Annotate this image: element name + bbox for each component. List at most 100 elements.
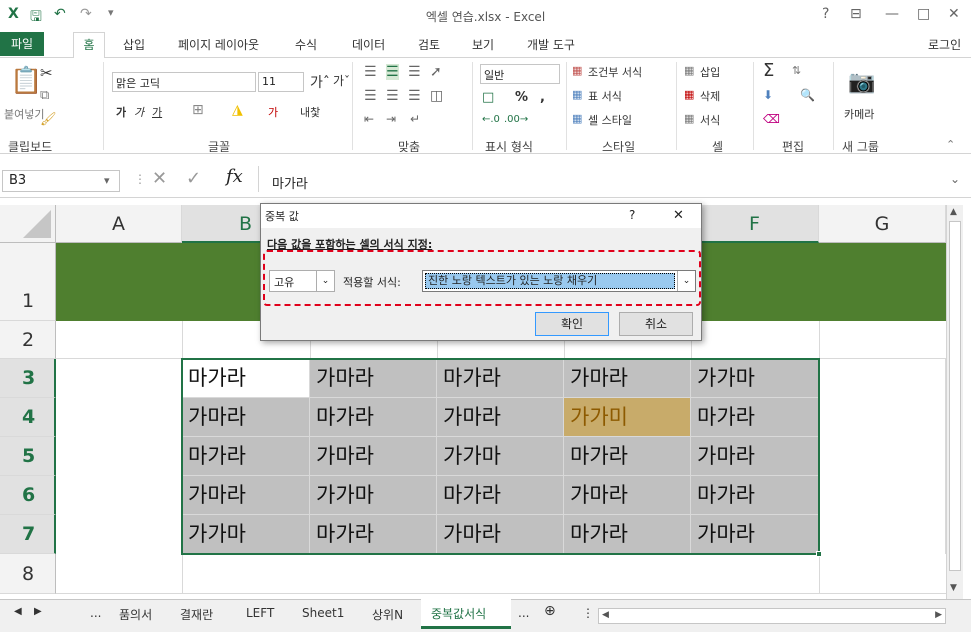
row-header-5[interactable]: 5 bbox=[0, 437, 56, 476]
sheet-tab-sheet1[interactable]: Sheet1 bbox=[302, 606, 344, 620]
cell-c6[interactable]: 가가마 bbox=[310, 476, 437, 515]
phonetic-icon[interactable]: 내찿 bbox=[300, 104, 320, 120]
cell-e5[interactable]: 마가라 bbox=[564, 437, 691, 476]
tab-view[interactable]: 보기 bbox=[472, 36, 494, 53]
sheet-tab-품의서[interactable]: 품의서 bbox=[119, 606, 152, 623]
find-select-icon[interactable]: 🔍 bbox=[800, 88, 815, 102]
insert-cells-icon[interactable]: ▦ bbox=[684, 64, 694, 77]
indent-decrease-icon[interactable]: ⇤ bbox=[364, 112, 374, 126]
row-header-1[interactable]: 1 bbox=[0, 243, 56, 321]
sort-filter-icon[interactable]: ⇅ bbox=[792, 64, 801, 77]
format-painter-icon[interactable]: 🖌 bbox=[40, 112, 57, 127]
font-grow-icon[interactable]: 가ˆ bbox=[310, 72, 330, 92]
dialog-help-button[interactable]: ? bbox=[629, 208, 635, 222]
expand-formula-icon[interactable]: ⌄ bbox=[950, 172, 960, 186]
border-icon[interactable]: ⊞ bbox=[192, 102, 204, 118]
cell-b4[interactable]: 가마라 bbox=[182, 398, 310, 437]
cell-b6[interactable]: 가마라 bbox=[182, 476, 310, 515]
format-select[interactable]: 진한 노랑 텍스트가 있는 노랑 채우기 ⌄ bbox=[422, 270, 696, 292]
font-color-icon[interactable]: 가 bbox=[268, 104, 278, 120]
decrease-decimal-icon[interactable]: .00→ bbox=[504, 114, 528, 125]
cell-e3[interactable]: 가마라 bbox=[564, 359, 691, 398]
cell-b7[interactable]: 가가마 bbox=[182, 515, 310, 554]
cell-d5[interactable]: 가가마 bbox=[437, 437, 564, 476]
tab-page-layout[interactable]: 페이지 레이아웃 bbox=[178, 36, 259, 53]
login-link[interactable]: 로그인 bbox=[928, 36, 961, 53]
italic-button[interactable]: 가 bbox=[134, 104, 144, 120]
cell-f4[interactable]: 마가라 bbox=[691, 398, 819, 437]
cell-e4[interactable]: 가가미 bbox=[564, 398, 691, 437]
ribbon-display-button[interactable]: ⊟ bbox=[850, 6, 862, 22]
row-8[interactable] bbox=[56, 554, 946, 594]
cell-styles-button[interactable]: 셀 스타일 bbox=[588, 112, 632, 128]
type-dropdown-icon[interactable]: ⌄ bbox=[316, 271, 334, 291]
align-bottom-icon[interactable]: ☰ bbox=[408, 64, 421, 80]
cut-icon[interactable]: ✂ bbox=[40, 64, 53, 82]
scroll-left-icon[interactable]: ◀ bbox=[14, 606, 22, 617]
cell-styles-icon[interactable]: ▦ bbox=[572, 112, 582, 125]
conditional-format-icon[interactable]: ▦ bbox=[572, 64, 582, 77]
cell-c7[interactable]: 마가라 bbox=[310, 515, 437, 554]
sheet-tab-left[interactable]: LEFT bbox=[246, 606, 274, 620]
cell-c3[interactable]: 가마라 bbox=[310, 359, 437, 398]
align-top-icon[interactable]: ☰ bbox=[364, 64, 377, 80]
row-header-7[interactable]: 7 bbox=[0, 515, 56, 554]
cell-e7[interactable]: 마가라 bbox=[564, 515, 691, 554]
sheet-tab-중복값서식[interactable]: 중복값서식 bbox=[431, 605, 486, 622]
cell-c4[interactable]: 마가라 bbox=[310, 398, 437, 437]
column-g-cells[interactable] bbox=[819, 359, 946, 554]
confirm-entry-icon[interactable]: ✓ bbox=[186, 168, 201, 189]
camera-button[interactable]: 카메라 bbox=[844, 106, 874, 122]
row-header-8[interactable]: 8 bbox=[0, 554, 56, 594]
cell-d7[interactable]: 가마라 bbox=[437, 515, 564, 554]
cell-d3[interactable]: 마가라 bbox=[437, 359, 564, 398]
column-header-f[interactable]: F bbox=[691, 205, 819, 243]
align-center-icon[interactable]: ☰ bbox=[386, 88, 399, 104]
cell-b5[interactable]: 마가라 bbox=[182, 437, 310, 476]
format-dropdown-icon[interactable]: ⌄ bbox=[677, 271, 695, 291]
row-header-2[interactable]: 2 bbox=[0, 321, 56, 359]
align-middle-icon[interactable]: ☰ bbox=[386, 64, 399, 80]
row-header-4[interactable]: 4 bbox=[0, 398, 56, 437]
autosum-icon[interactable]: Σ bbox=[763, 60, 774, 81]
paste-button[interactable]: 붙여넣기 bbox=[4, 106, 44, 122]
formula-input[interactable]: 마가라 bbox=[272, 173, 308, 192]
close-button[interactable]: ✕ bbox=[948, 6, 960, 22]
cell-e6[interactable]: 가마라 bbox=[564, 476, 691, 515]
fill-color-icon[interactable]: ◮ bbox=[232, 102, 243, 118]
sheet-more-left[interactable]: ... bbox=[90, 606, 101, 620]
ok-button[interactable]: 확인 bbox=[535, 312, 609, 336]
cell-f3[interactable]: 가가마 bbox=[691, 359, 819, 398]
align-right-icon[interactable]: ☰ bbox=[408, 88, 421, 104]
tab-file[interactable]: 파일 bbox=[0, 32, 44, 56]
sheet-tab-결재란[interactable]: 결재란 bbox=[180, 606, 213, 623]
cell-d6[interactable]: 마가라 bbox=[437, 476, 564, 515]
merge-icon[interactable]: ◫ bbox=[430, 88, 443, 104]
underline-button[interactable]: 가 bbox=[152, 104, 162, 120]
sheet-tab-상위n[interactable]: 상위N bbox=[372, 606, 403, 623]
align-left-icon[interactable]: ☰ bbox=[364, 88, 377, 104]
row-header-3[interactable]: 3 bbox=[0, 359, 56, 398]
fill-icon[interactable]: ⬇ bbox=[763, 88, 773, 102]
name-box[interactable]: B3 bbox=[2, 170, 120, 192]
vertical-scrollbar[interactable]: ▲ ▼ bbox=[946, 205, 963, 599]
indent-increase-icon[interactable]: ⇥ bbox=[386, 112, 396, 126]
cell-f6[interactable]: 마가라 bbox=[691, 476, 819, 515]
font-name-select[interactable]: 맑은 고딕 bbox=[112, 72, 256, 92]
increase-decimal-icon[interactable]: ←.0 bbox=[482, 114, 500, 125]
collapse-ribbon-icon[interactable]: ⌃ bbox=[946, 138, 955, 151]
currency-icon[interactable]: □ bbox=[482, 90, 494, 105]
column-header-g[interactable]: G bbox=[819, 205, 946, 243]
format-table-button[interactable]: 표 서식 bbox=[588, 88, 622, 104]
delete-cells-icon[interactable]: ▦ bbox=[684, 88, 694, 101]
select-all-corner[interactable] bbox=[0, 205, 56, 243]
cell-d4[interactable]: 가마라 bbox=[437, 398, 564, 437]
font-size-select[interactable]: 11 bbox=[258, 72, 304, 92]
column-header-a[interactable]: A bbox=[56, 205, 182, 243]
scroll-right-icon[interactable]: ▶ bbox=[34, 606, 42, 617]
cancel-button[interactable]: 취소 bbox=[619, 312, 693, 336]
tab-developer[interactable]: 개발 도구 bbox=[527, 36, 575, 53]
sheet-more-right[interactable]: ... bbox=[518, 606, 529, 620]
tab-formulas[interactable]: 수식 bbox=[295, 36, 317, 53]
format-cells-icon[interactable]: ▦ bbox=[684, 112, 694, 125]
